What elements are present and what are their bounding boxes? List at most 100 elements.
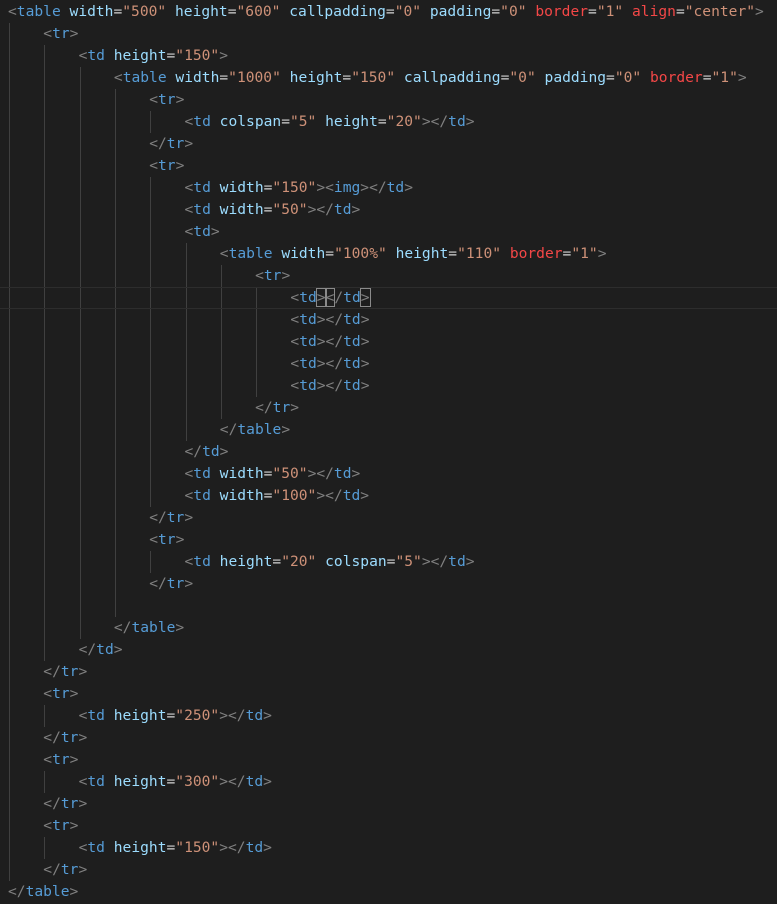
- code-token: tr: [60, 795, 79, 812]
- code-token: ></: [307, 465, 334, 482]
- code-line[interactable]: </tr>: [0, 793, 777, 815]
- code-token: td: [343, 355, 361, 372]
- code-line[interactable]: <td height="150">: [0, 45, 777, 67]
- code-token: <: [8, 3, 17, 20]
- code-line[interactable]: <tr>: [0, 529, 777, 551]
- code-line[interactable]: <td></td>: [0, 287, 777, 309]
- code-line[interactable]: <tr>: [0, 683, 777, 705]
- code-line[interactable]: </tr>: [0, 661, 777, 683]
- code-line[interactable]: <td></td>: [0, 353, 777, 375]
- code-token: >: [263, 707, 272, 724]
- code-token: >: [359, 288, 371, 307]
- code-token: </: [8, 883, 26, 900]
- code-line[interactable]: <tr>: [0, 265, 777, 287]
- code-token: td: [193, 487, 211, 504]
- code-line[interactable]: <td width="50"></td>: [0, 199, 777, 221]
- code-line[interactable]: [0, 595, 777, 617]
- code-token: height: [113, 773, 167, 790]
- code-token: height: [113, 47, 167, 64]
- code-line[interactable]: </tr>: [0, 859, 777, 881]
- code-line[interactable]: <td>: [0, 221, 777, 243]
- code-token: <: [184, 201, 194, 218]
- code-line[interactable]: <td></td>: [0, 309, 777, 331]
- code-token: </: [43, 861, 61, 878]
- code-line[interactable]: </tr>: [0, 507, 777, 529]
- code-line[interactable]: </table>: [0, 881, 777, 903]
- code-line[interactable]: <td colspan="5" height="20"></td>: [0, 111, 777, 133]
- code-token: ></: [360, 179, 387, 196]
- code-token: td: [299, 289, 317, 306]
- code-token: "150": [351, 69, 396, 86]
- code-line[interactable]: <tr>: [0, 23, 777, 45]
- code-token: td: [87, 707, 105, 724]
- code-token: td: [245, 839, 264, 856]
- code-token: =: [166, 47, 176, 64]
- code-line[interactable]: </tr>: [0, 133, 777, 155]
- code-line[interactable]: <tr>: [0, 89, 777, 111]
- code-token: width: [219, 465, 264, 482]
- code-line[interactable]: <table width="500" height="600" callpadd…: [0, 1, 777, 23]
- code-line[interactable]: </td>: [0, 639, 777, 661]
- code-token: >: [69, 751, 79, 768]
- code-line[interactable]: <td height="250"></td>: [0, 705, 777, 727]
- code-line[interactable]: <td height="20" colspan="5"></td>: [0, 551, 777, 573]
- code-line[interactable]: <tr>: [0, 155, 777, 177]
- code-line[interactable]: </td>: [0, 441, 777, 463]
- code-editor[interactable]: <table width="500" height="600" callpadd…: [0, 0, 777, 904]
- code-token: td: [386, 179, 405, 196]
- code-token: width: [281, 245, 326, 262]
- code-token: td: [193, 201, 211, 218]
- code-token: </: [255, 399, 273, 416]
- code-token: >: [175, 531, 185, 548]
- code-line[interactable]: <tr>: [0, 749, 777, 771]
- code-token: tr: [60, 861, 79, 878]
- code-line[interactable]: <td height="150"></td>: [0, 837, 777, 859]
- code-line[interactable]: <td width="150"><img></td>: [0, 177, 777, 199]
- code-line[interactable]: </tr>: [0, 397, 777, 419]
- code-token: border: [535, 3, 589, 20]
- code-line[interactable]: <td></td>: [0, 375, 777, 397]
- code-token: height: [219, 553, 273, 570]
- code-token: tr: [60, 663, 79, 680]
- code-token: ></: [219, 839, 246, 856]
- code-token: tr: [166, 135, 185, 152]
- code-line[interactable]: <td width="100"></td>: [0, 485, 777, 507]
- code-token: <: [255, 267, 264, 284]
- code-token: >: [263, 839, 272, 856]
- code-token: <: [184, 553, 194, 570]
- code-line[interactable]: <tr>: [0, 815, 777, 837]
- code-token: <: [290, 333, 300, 350]
- code-line[interactable]: </tr>: [0, 727, 777, 749]
- code-line[interactable]: </table>: [0, 419, 777, 441]
- code-token: <: [43, 817, 53, 834]
- code-token: ></: [316, 377, 344, 394]
- code-token: "150": [272, 179, 317, 196]
- code-token: "500": [122, 3, 167, 20]
- code-line[interactable]: </table>: [0, 617, 777, 639]
- code-line[interactable]: </tr>: [0, 573, 777, 595]
- code-line[interactable]: <td width="50"></td>: [0, 463, 777, 485]
- code-line[interactable]: <td height="300"></td>: [0, 771, 777, 793]
- code-line[interactable]: <table width="100%" height="110" border=…: [0, 243, 777, 265]
- code-token: =: [227, 3, 237, 20]
- code-token: ></: [219, 773, 246, 790]
- code-token: tr: [157, 157, 176, 174]
- code-line[interactable]: <td></td>: [0, 331, 777, 353]
- code-token: height: [395, 245, 449, 262]
- code-token: tr: [263, 267, 282, 284]
- code-token: =: [166, 773, 176, 790]
- code-token: "250": [175, 707, 220, 724]
- code-token: =: [325, 245, 335, 262]
- code-token: table: [131, 619, 176, 636]
- code-token: td: [333, 201, 352, 218]
- code-line[interactable]: <table width="1000" height="150" callpad…: [0, 67, 777, 89]
